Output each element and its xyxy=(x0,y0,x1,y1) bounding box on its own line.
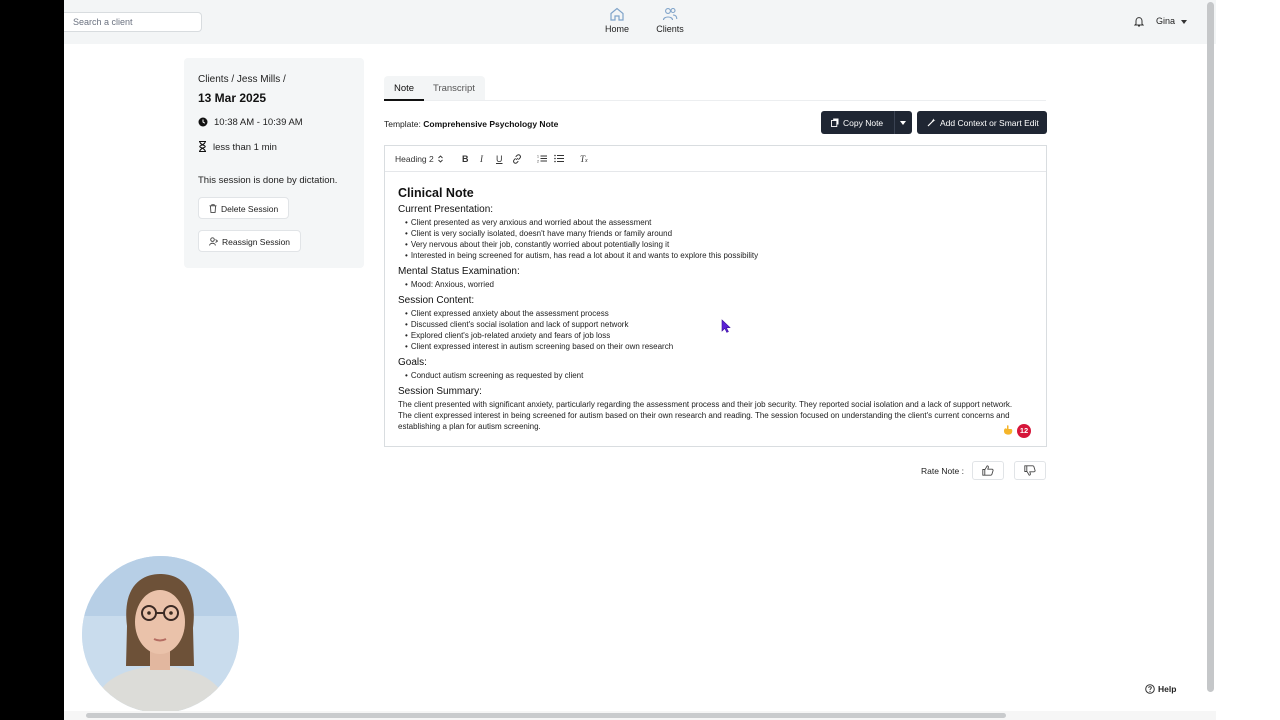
rate-note-label: Rate Note : xyxy=(921,466,964,476)
tab-note[interactable]: Note xyxy=(394,83,414,94)
section-heading: Session Content: xyxy=(398,295,475,306)
search-placeholder: Search a client xyxy=(73,17,133,27)
video-right-border xyxy=(1216,0,1280,720)
trash-icon xyxy=(209,204,217,213)
video-left-border xyxy=(0,0,64,720)
clock-icon xyxy=(198,117,208,127)
help-label: Help xyxy=(1158,684,1177,694)
bullet-list: Conduct autism screening as requested by… xyxy=(405,370,1028,381)
thumbs-up-icon xyxy=(982,465,994,476)
section-heading: Mental Status Examination: xyxy=(398,266,520,277)
section-heading: Goals: xyxy=(398,357,427,368)
section-heading: Session Summary: xyxy=(398,386,482,397)
session-duration: less than 1 min xyxy=(213,142,277,153)
chevron-down-icon xyxy=(1181,19,1188,24)
note-tabs: Note Transcript xyxy=(384,76,485,100)
chevron-down-icon[interactable] xyxy=(900,121,906,125)
list-item: Very nervous about their job, constantly… xyxy=(405,239,1028,250)
svg-text:2: 2 xyxy=(537,160,539,164)
template-prefix: Template: xyxy=(384,119,421,129)
app-window: Search a client Home Clients Gina Client… xyxy=(64,0,1216,720)
copy-note-button[interactable]: Copy Note xyxy=(821,111,912,134)
user-menu[interactable]: Gina xyxy=(1156,16,1188,26)
thumbs-down-icon xyxy=(1024,465,1036,476)
nav-clients[interactable]: Clients xyxy=(653,6,687,34)
list-item: Conduct autism screening as requested by… xyxy=(405,370,1028,381)
grammar-suggestions-badge[interactable]: 12 xyxy=(1017,424,1031,438)
thumbs-down-button[interactable] xyxy=(1014,461,1046,480)
list-item: Interested in being screened for autism,… xyxy=(405,250,1028,261)
add-context-smart-edit-button[interactable]: Add Context or Smart Edit xyxy=(917,111,1047,134)
home-icon xyxy=(610,7,624,21)
heading-select-value: Heading 2 xyxy=(395,154,434,164)
vertical-scrollbar-thumb[interactable] xyxy=(1207,2,1214,692)
list-item: Client is very socially isolated, doesn'… xyxy=(405,228,1028,239)
reassign-session-label: Reassign Session xyxy=(222,237,291,247)
list-item: Explored client's job-related anxiety an… xyxy=(405,330,1028,341)
nav-home-label: Home xyxy=(604,24,629,34)
user-reassign-icon xyxy=(209,237,219,246)
select-arrows-icon xyxy=(438,155,443,163)
delete-session-label: Delete Session xyxy=(221,204,279,214)
presenter-webcam-video xyxy=(82,556,239,713)
template-name[interactable]: Comprehensive Psychology Note xyxy=(423,119,558,129)
list-item: Client expressed anxiety about the asses… xyxy=(405,308,1028,319)
italic-icon[interactable]: I xyxy=(480,154,483,164)
svg-text:1: 1 xyxy=(537,155,539,159)
presenter-portrait xyxy=(82,556,239,713)
reassign-session-button[interactable]: Reassign Session xyxy=(198,230,302,252)
session-date: 13 Mar 2025 xyxy=(198,91,267,105)
link-icon[interactable] xyxy=(512,154,522,164)
underline-icon[interactable]: U xyxy=(496,154,503,164)
magic-wand-icon xyxy=(927,118,936,127)
list-item: Client expressed interest in autism scre… xyxy=(405,341,1028,352)
breadcrumb[interactable]: Clients / Jess Mills / xyxy=(198,74,286,85)
nav-home[interactable]: Home xyxy=(602,6,632,34)
note-content: Clinical Note Current Presentation: Clie… xyxy=(398,186,1028,432)
add-context-label: Add Context or Smart Edit xyxy=(940,118,1039,128)
list-item: Client presented as very anxious and wor… xyxy=(405,217,1028,228)
list-item: Mood: Anxious, worried xyxy=(405,279,1028,290)
bullet-list: Mood: Anxious, worried xyxy=(405,279,1028,290)
bullet-list: Client expressed anxiety about the asses… xyxy=(405,308,1028,352)
editor-toolbar: Heading 2 B I U 1 2 Tx xyxy=(385,146,1046,172)
horizontal-scrollbar-thumb[interactable] xyxy=(86,713,1006,718)
session-info-panel: Clients / Jess Mills / 13 Mar 2025 10:38… xyxy=(184,58,364,268)
session-time-row: 10:38 AM - 10:39 AM xyxy=(198,117,303,128)
tab-transcript[interactable]: Transcript xyxy=(433,83,475,94)
bold-icon[interactable]: B xyxy=(462,154,469,164)
bullet-list: Client presented as very anxious and wor… xyxy=(405,217,1028,261)
top-navigation-bar: Search a client Home Clients Gina xyxy=(64,0,1216,44)
hourglass-icon xyxy=(199,140,206,153)
grammar-hand-icon xyxy=(1004,425,1013,435)
copy-icon xyxy=(831,118,839,127)
search-input[interactable]: Search a client xyxy=(64,12,202,32)
mouse-cursor-icon xyxy=(721,319,731,333)
tabs-divider xyxy=(384,100,1046,101)
list-item: Discussed client's social isolation and … xyxy=(405,319,1028,330)
user-name: Gina xyxy=(1156,16,1176,26)
active-tab-indicator xyxy=(384,99,424,101)
thumbs-up-button[interactable] xyxy=(972,461,1004,480)
template-label: Template: Comprehensive Psychology Note xyxy=(384,119,558,129)
help-button[interactable]: Help xyxy=(1145,684,1176,694)
note-title: Clinical Note xyxy=(398,186,474,200)
clear-format-icon[interactable]: Tx xyxy=(580,154,588,164)
users-icon xyxy=(662,7,678,21)
ordered-list-icon[interactable]: 1 2 xyxy=(537,154,547,163)
nav-clients-label: Clients xyxy=(656,24,684,34)
session-time: 10:38 AM - 10:39 AM xyxy=(214,117,303,128)
copy-note-label: Copy Note xyxy=(843,118,884,128)
split-divider xyxy=(894,111,895,134)
bullet-list-icon[interactable] xyxy=(554,154,564,163)
bell-icon[interactable] xyxy=(1134,16,1144,27)
delete-session-button[interactable]: Delete Session xyxy=(198,197,290,219)
question-circle-icon xyxy=(1145,684,1155,694)
dictation-note: This session is done by dictation. xyxy=(198,175,338,186)
note-editor[interactable]: Heading 2 B I U 1 2 Tx Clinical Note Cur… xyxy=(384,145,1047,447)
summary-paragraph: The client presented with significant an… xyxy=(398,400,1013,431)
session-duration-row: less than 1 min xyxy=(198,140,277,153)
heading-select[interactable]: Heading 2 xyxy=(395,154,443,164)
section-heading: Current Presentation: xyxy=(398,204,494,215)
